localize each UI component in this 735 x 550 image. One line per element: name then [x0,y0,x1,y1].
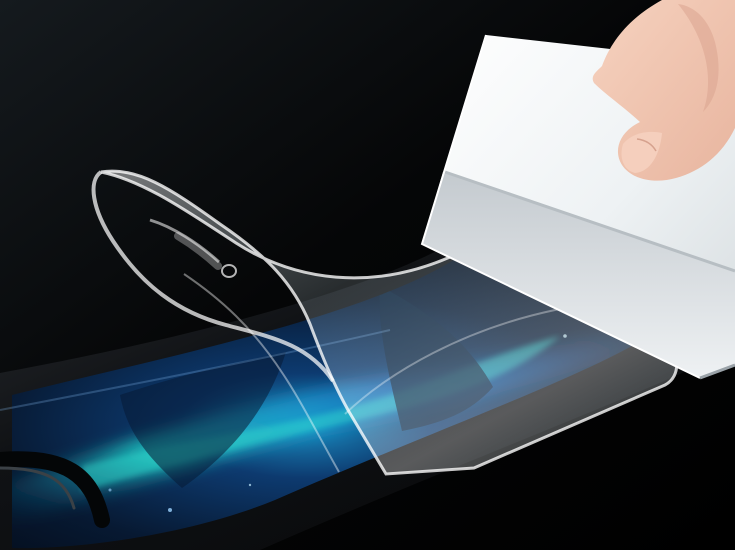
scene-illustration [0,0,735,550]
star-dot [168,508,172,512]
star-dot [108,488,112,492]
star-dot [248,483,252,487]
product-photo-scene [0,0,735,550]
